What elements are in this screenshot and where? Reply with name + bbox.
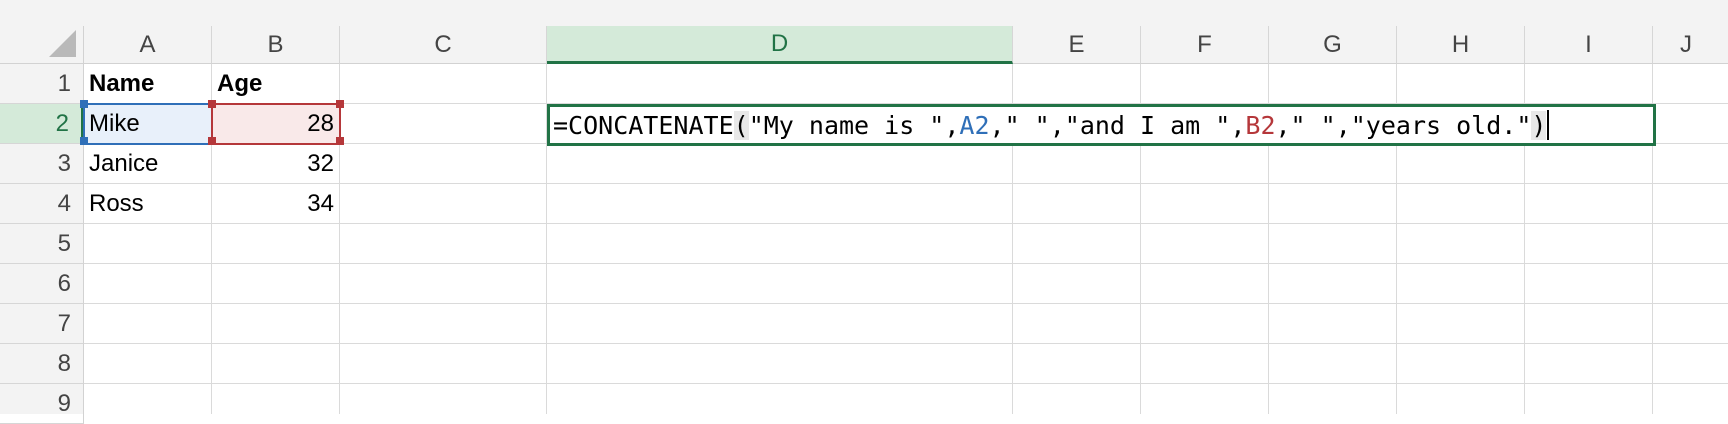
formula-open-paren: (: [733, 110, 749, 140]
row-header-8[interactable]: 8: [0, 344, 84, 384]
cell-a4[interactable]: Ross: [84, 184, 212, 224]
select-all-button[interactable]: [0, 26, 84, 64]
row-header-5[interactable]: 5: [0, 224, 84, 264]
range-handle[interactable]: [208, 100, 216, 108]
column-header-i[interactable]: I: [1525, 26, 1653, 64]
spreadsheet-grid: A B C D E F G H I J 1 2 3 4 5 6 7 8 9 Na…: [0, 0, 1728, 424]
cell-d2-formula-editor[interactable]: =CONCATENATE("My name is ", A2 ," ","and I…: [547, 104, 1656, 146]
range-handle[interactable]: [80, 137, 88, 145]
cell-a1[interactable]: Name: [84, 64, 212, 104]
text-cursor: [1547, 110, 1550, 140]
formula-ref-a2: A2: [959, 110, 990, 140]
cell-b3[interactable]: 32: [212, 144, 340, 184]
range-reference-b2[interactable]: [211, 103, 341, 145]
gridline: [84, 263, 1728, 264]
toolbar-strip: [0, 0, 1728, 26]
row-header-3[interactable]: 3: [0, 144, 84, 184]
cell-b4[interactable]: 34: [212, 184, 340, 224]
range-handle[interactable]: [336, 100, 344, 108]
formula-text: ," ","years old.": [1275, 110, 1532, 140]
gridline: [84, 343, 1728, 344]
range-reference-a2[interactable]: [83, 103, 213, 145]
range-handle[interactable]: [208, 137, 216, 145]
formula-text: "My name is ",: [748, 110, 960, 140]
column-header-c[interactable]: C: [340, 26, 547, 64]
column-header-j[interactable]: J: [1653, 26, 1728, 64]
row-header-2[interactable]: 2: [0, 104, 84, 144]
column-header-a[interactable]: A: [84, 26, 212, 64]
range-handle[interactable]: [80, 100, 88, 108]
cell-a3[interactable]: Janice: [84, 144, 212, 184]
column-header-h[interactable]: H: [1397, 26, 1525, 64]
column-header-e[interactable]: E: [1013, 26, 1141, 64]
row-header-6[interactable]: 6: [0, 264, 84, 304]
formula-ref-b2: B2: [1245, 110, 1276, 140]
gridline: [84, 383, 1728, 384]
formula-function: =CONCATENATE: [553, 110, 734, 140]
row-header-9[interactable]: 9: [0, 384, 84, 424]
row-header-7[interactable]: 7: [0, 304, 84, 344]
formula-close-paren: ): [1531, 110, 1547, 140]
formula-text: ," ","and I am ",: [989, 110, 1246, 140]
gridline: [84, 303, 1728, 304]
column-header-g[interactable]: G: [1269, 26, 1397, 64]
range-handle[interactable]: [336, 137, 344, 145]
column-header-b[interactable]: B: [212, 26, 340, 64]
column-header-f[interactable]: F: [1141, 26, 1269, 64]
column-header-d[interactable]: D: [547, 26, 1013, 64]
cell-b1[interactable]: Age: [212, 64, 340, 104]
row-header-4[interactable]: 4: [0, 184, 84, 224]
select-all-triangle-icon: [49, 30, 76, 57]
row-header-1[interactable]: 1: [0, 64, 84, 104]
